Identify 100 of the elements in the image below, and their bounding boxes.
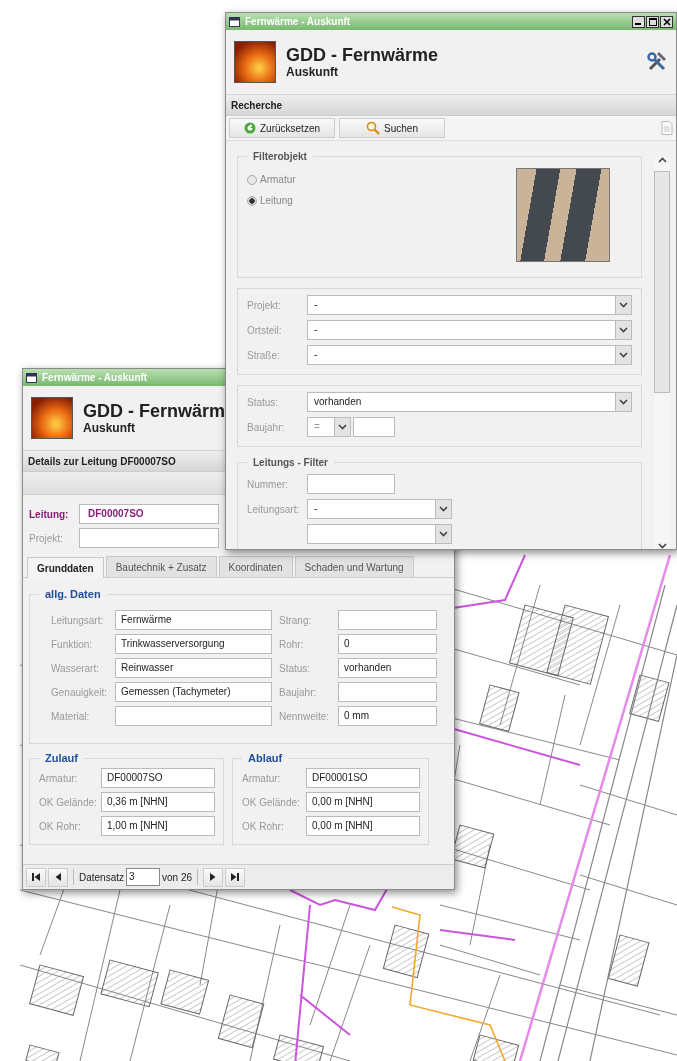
window-icon: [229, 16, 240, 27]
record-label: Datensatz: [79, 871, 125, 883]
input-field[interactable]: [115, 706, 272, 726]
last-page-icon: [230, 872, 241, 882]
field-label: OK Rohr:: [242, 820, 285, 832]
chevron-up-icon: [657, 157, 667, 163]
field-label: Baujahr:: [278, 686, 318, 698]
record-input[interactable]: 3: [126, 868, 161, 886]
radio-button[interactable]: [247, 195, 257, 206]
chevron-down-icon: [619, 327, 628, 333]
chevron-down-icon: [439, 506, 448, 512]
previous-page-button[interactable]: [48, 867, 68, 887]
dropdown-field[interactable]: -: [307, 345, 632, 365]
document-icon[interactable]: [661, 121, 673, 135]
radio-label: Armatur: [260, 174, 296, 185]
field-label: Armatur:: [242, 772, 282, 784]
input-field[interactable]: 0 mm: [338, 706, 437, 726]
input-field[interactable]: 0,36 m [NHN]: [101, 792, 215, 812]
record-total: von 26: [162, 871, 193, 883]
reset-button[interactable]: Zurücksetzen: [229, 118, 335, 138]
app-subtitle: Auskunft: [83, 420, 135, 435]
radio-button[interactable]: [247, 174, 257, 185]
tools-icon[interactable]: [646, 51, 668, 73]
field-label: Leitungsart:: [51, 614, 105, 626]
first-page-button[interactable]: [26, 867, 46, 887]
group-legend: allg. Daten: [39, 588, 107, 600]
next-page-button[interactable]: [203, 867, 224, 887]
field-label: Wasserart:: [51, 662, 100, 674]
field-label: OK Gelände:: [39, 796, 98, 808]
input-field[interactable]: DF00007SO: [101, 768, 215, 788]
group-legend: Zulauf: [39, 752, 84, 764]
chevron-down-icon: [439, 531, 448, 537]
search-icon: [366, 121, 381, 135]
photo-placeholder: [234, 41, 276, 83]
dropdown-field[interactable]: -: [307, 499, 452, 519]
tab[interactable]: Bautechnik + Zusatz: [105, 556, 217, 577]
field-label: Ortsteil:: [247, 324, 283, 336]
input-field[interactable]: vorhanden: [338, 658, 437, 678]
section-header: Recherche: [226, 95, 676, 116]
chevron-down-icon: [338, 424, 347, 430]
window-icon: [26, 372, 37, 383]
field-label: Straße:: [247, 349, 281, 361]
field-label: Leitungsart:: [247, 503, 301, 515]
chevron-down-icon: [619, 302, 628, 308]
previous-icon: [53, 872, 63, 882]
maximize-button[interactable]: [646, 15, 659, 28]
dropdown-field[interactable]: [307, 524, 452, 544]
field-label: Baujahr:: [247, 421, 286, 433]
input-field[interactable]: [307, 474, 395, 494]
input-field[interactable]: 1,00 m [NHN]: [101, 816, 215, 836]
field-label: Strang:: [278, 614, 313, 626]
tab[interactable]: Koordinaten: [218, 556, 293, 577]
window-title: Fernwärme - Auskunft: [245, 16, 352, 27]
input-field[interactable]: Fernwärme: [115, 610, 272, 630]
input-field[interactable]: 0: [338, 634, 437, 654]
field-label: Material:: [51, 710, 91, 722]
last-page-button[interactable]: [225, 867, 246, 887]
dropdown-field[interactable]: -: [307, 320, 632, 340]
refresh-icon: [244, 122, 256, 134]
dropdown-field[interactable]: -: [307, 295, 632, 315]
input-field[interactable]: [79, 528, 219, 548]
radio-label: Leitung: [260, 195, 293, 206]
search-button[interactable]: Suchen: [339, 118, 445, 138]
group-legend: Filterobjekt: [247, 151, 313, 162]
app-title: GDD - Fernwärm: [83, 401, 226, 421]
input-field[interactable]: Reinwasser: [115, 658, 272, 678]
input-field[interactable]: Trinkwasserversorgung: [115, 634, 272, 654]
input-field[interactable]: 0,00 m [NHN]: [306, 816, 420, 836]
group-legend: Ablauf: [242, 752, 289, 764]
input-field[interactable]: 0,00 m [NHN]: [306, 792, 420, 812]
app-subtitle: Auskunft: [286, 64, 338, 79]
tab[interactable]: Schaden und Wartung: [294, 556, 414, 577]
field-label: Armatur:: [39, 772, 79, 784]
chevron-down-icon: [619, 399, 628, 405]
field-label: Funktion:: [51, 638, 94, 650]
input-field[interactable]: [338, 682, 437, 702]
field-label: OK Gelände:: [242, 796, 301, 808]
minimize-button[interactable]: [632, 15, 645, 28]
maximize-icon: [648, 17, 657, 26]
tab[interactable]: Grunddaten: [27, 557, 104, 578]
chevron-down-icon: [657, 543, 667, 549]
group-legend: Leitungs - Filter: [247, 457, 334, 468]
close-button[interactable]: [660, 15, 673, 28]
window-title: Fernwärme - Auskunft: [42, 372, 149, 383]
app-title: GDD - Fernwärme: [286, 45, 439, 65]
first-page-icon: [31, 872, 41, 882]
field-label: Rohr:: [278, 638, 305, 650]
input-field[interactable]: DF00007SO: [79, 504, 219, 524]
field-label: OK Rohr:: [39, 820, 82, 832]
input-field[interactable]: [353, 417, 395, 437]
field-label: Nennweite:: [278, 710, 331, 722]
input-field[interactable]: [338, 610, 437, 630]
field-label: Projekt:: [247, 299, 282, 311]
input-field[interactable]: Gemessen (Tachymeter): [115, 682, 272, 702]
input-field[interactable]: DF00001SO: [306, 768, 420, 788]
close-icon: [662, 17, 671, 26]
dropdown-field[interactable]: vorhanden: [307, 392, 632, 412]
field-label: Leitung:: [29, 508, 70, 520]
chevron-down-icon: [619, 352, 628, 358]
scrollbar[interactable]: [654, 157, 670, 549]
